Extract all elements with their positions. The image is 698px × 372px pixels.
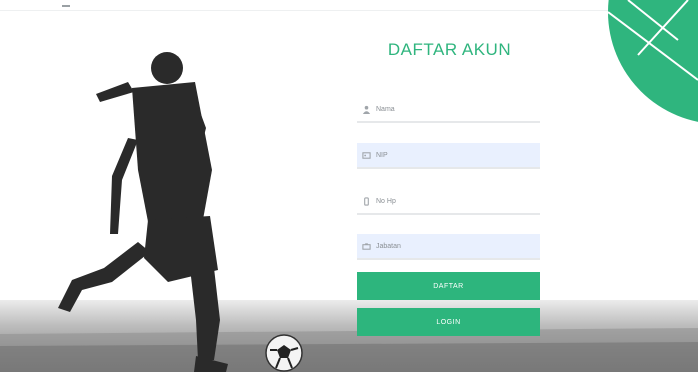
login-button[interactable]: LOGIN xyxy=(357,308,540,336)
corner-ball-graphic xyxy=(608,0,698,122)
position-field[interactable]: Jabatan xyxy=(357,234,540,260)
nip-field[interactable]: NIP xyxy=(357,143,540,169)
form-title: DAFTAR AKUN xyxy=(387,40,512,59)
menu-mark xyxy=(62,5,70,7)
soccer-player-image xyxy=(58,52,303,372)
nip-placeholder: NIP xyxy=(376,151,388,159)
name-placeholder: Nama xyxy=(376,105,395,113)
register-form: DAFTAR AKUN Nama NIP No Hp Jabatan DAFTA… xyxy=(357,0,542,372)
phone-placeholder: No Hp xyxy=(376,197,396,205)
briefcase-icon xyxy=(362,242,371,251)
phone-field[interactable]: No Hp xyxy=(357,189,540,215)
top-bar xyxy=(0,0,698,11)
id-card-icon xyxy=(362,151,371,160)
position-placeholder: Jabatan xyxy=(376,242,401,250)
user-icon xyxy=(362,105,371,114)
register-page: DAFTAR AKUN Nama NIP No Hp Jabatan DAFTA… xyxy=(0,0,698,372)
name-field[interactable]: Nama xyxy=(357,97,540,123)
register-button[interactable]: DAFTAR xyxy=(357,272,540,300)
phone-icon xyxy=(362,196,371,206)
